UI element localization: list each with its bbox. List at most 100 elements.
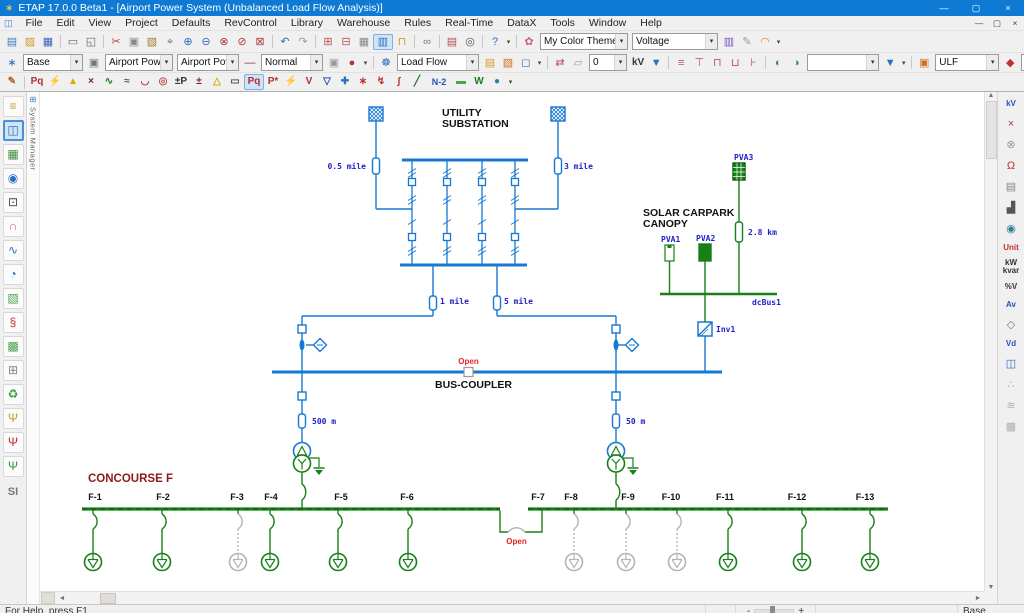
combo-caret[interactable]: ▾: [705, 34, 717, 49]
snap-grid-icon[interactable]: ⊟: [337, 34, 355, 50]
feeder-F-4[interactable]: F-4: [262, 492, 279, 571]
zoom-window-icon[interactable]: ⊗: [215, 34, 233, 50]
scroll-down-arrow[interactable]: ▼: [988, 584, 995, 591]
fit-page-icon[interactable]: ⊠: [251, 34, 269, 50]
optimal-capacitor-icon[interactable]: P*: [264, 74, 282, 90]
dc-arc-flash-icon[interactable]: △: [208, 74, 226, 90]
combo-caret[interactable]: ▾: [310, 55, 322, 70]
find-icon[interactable]: ◎: [461, 34, 479, 50]
sld-align2-icon[interactable]: ⊤: [690, 55, 708, 71]
energy-storage-icon[interactable]: ▬: [452, 74, 470, 90]
combo-caret[interactable]: ▾: [160, 55, 172, 70]
pan-icon[interactable]: ⌖: [161, 34, 179, 50]
switch-device-icon[interactable]: ╱: [408, 74, 426, 90]
sc-event-sequencer-icon[interactable]: ±: [190, 74, 208, 90]
underground-raceway-icon[interactable]: ▦: [3, 144, 24, 165]
zoom-previous-icon[interactable]: ⊘: [233, 34, 251, 50]
dashboard-icon[interactable]: ◔: [3, 264, 24, 285]
substation-branches[interactable]: [408, 160, 519, 265]
data-revision-combo[interactable]: Base▾: [23, 54, 83, 71]
instrumentation-icon[interactable]: §: [3, 312, 24, 333]
feeder-F-5[interactable]: F-5: [330, 492, 348, 571]
oneline-diagram-icon[interactable]: ◫: [3, 120, 24, 141]
battery-disabled-icon[interactable]: ≋: [1001, 397, 1022, 414]
dumpster-icon[interactable]: ♻: [3, 384, 24, 405]
redo-icon[interactable]: ↷: [294, 34, 312, 50]
open-icon[interactable]: ▨: [21, 34, 39, 50]
horizontal-scroll-thumb[interactable]: [100, 593, 116, 604]
dropdown-caret[interactable]: ▾: [899, 59, 908, 67]
combo-caret[interactable]: ▾: [226, 55, 238, 70]
motor-acceleration-icon[interactable]: ×: [82, 74, 100, 90]
apply-kv-icon[interactable]: ▼: [647, 55, 665, 71]
feeder-F-6[interactable]: F-6: [400, 492, 417, 571]
load-flow-icon[interactable]: Pq: [28, 74, 46, 90]
star-systems-icon[interactable]: ∗: [354, 74, 372, 90]
percent-v-toggle[interactable]: %V: [1001, 280, 1022, 294]
combo-caret[interactable]: ▾: [986, 55, 998, 70]
base-data-icon[interactable]: ∗: [3, 55, 21, 71]
theme-colors-icon[interactable]: ✿: [520, 34, 538, 50]
help-icon[interactable]: ?: [486, 34, 504, 50]
kw-kvar-toggle[interactable]: kW kvar: [1001, 259, 1022, 276]
menu-file[interactable]: File: [19, 17, 50, 29]
vertical-scroll-thumb[interactable]: [986, 101, 997, 159]
feeder-F-1[interactable]: F-1: [85, 492, 102, 571]
edit-study-case-icon[interactable]: ▤: [481, 55, 499, 71]
study-view-combo[interactable]: ULF▾: [935, 54, 999, 71]
minimize-button[interactable]: —: [928, 0, 960, 16]
study-case-icon[interactable]: ◆: [1001, 55, 1019, 71]
meter-display-icon[interactable]: ◉: [1001, 220, 1022, 237]
systems-view-icon[interactable]: ≡: [3, 96, 24, 117]
revision-icon[interactable]: ▣: [85, 55, 103, 71]
gis-map-icon[interactable]: ▧: [3, 288, 24, 309]
print-preview-icon[interactable]: ◱: [82, 34, 100, 50]
control-system-icon[interactable]: ⊡: [3, 192, 24, 213]
ruler-grid-icon[interactable]: ▦: [355, 34, 373, 50]
image-disabled-icon[interactable]: ▩: [1001, 418, 1022, 435]
zoom-slider-thumb[interactable]: [770, 606, 775, 613]
protection-curve-icon[interactable]: ∫: [390, 74, 408, 90]
dropdown-caret[interactable]: ▾: [774, 38, 783, 46]
edit-mode-icon[interactable]: ✎: [3, 74, 21, 90]
arc-flash-icon[interactable]: ▲: [64, 74, 82, 90]
close-button[interactable]: ×: [992, 0, 1024, 16]
copy-icon[interactable]: ▣: [125, 34, 143, 50]
menu-real-time[interactable]: Real-Time: [438, 17, 500, 29]
toolbox-icon[interactable]: ▣: [915, 55, 933, 71]
battery-discharge-icon[interactable]: ▭: [226, 74, 244, 90]
menu-help[interactable]: Help: [633, 17, 669, 29]
zoom-slider[interactable]: [754, 609, 794, 613]
combo-caret[interactable]: ▾: [614, 55, 626, 70]
sld-pin-icon[interactable]: ⊦: [744, 55, 762, 71]
feeder-F-2[interactable]: F-2: [154, 492, 171, 571]
green-network[interactable]: [82, 163, 888, 532]
scroll-left-arrow[interactable]: ◄: [56, 595, 68, 602]
study-case-combo[interactable]: Load Flow▾: [397, 54, 479, 71]
menu-window[interactable]: Window: [582, 17, 633, 29]
report-manager-icon[interactable]: ▨: [499, 55, 517, 71]
sld-hanger2-icon[interactable]: ⊔: [726, 55, 744, 71]
new-icon[interactable]: ▤: [3, 34, 21, 50]
alert-inactive-icon[interactable]: ⊗: [1001, 136, 1022, 153]
optimal-power-flow-icon[interactable]: ±P: [172, 74, 190, 90]
loading-category-combo[interactable]: Normal▾: [261, 54, 323, 71]
unit-toggle[interactable]: Unit: [1001, 241, 1022, 255]
annotation-combo[interactable]: ▾: [807, 54, 879, 71]
vertical-scrollbar[interactable]: ▲ ▼: [984, 92, 997, 591]
save-icon[interactable]: ▦: [39, 34, 57, 50]
menu-project[interactable]: Project: [118, 17, 165, 29]
grid-display-icon[interactable]: ⊞: [319, 34, 337, 50]
paste-icon[interactable]: ▧: [143, 34, 161, 50]
dropdown-caret[interactable]: ▾: [535, 59, 544, 67]
open-devices[interactable]: [464, 368, 525, 533]
result-analyzer-icon[interactable]: ◻: [517, 55, 535, 71]
mdi-restore-button[interactable]: ▢: [988, 18, 1006, 29]
menu-warehouse[interactable]: Warehouse: [330, 17, 397, 29]
unlock-icon[interactable]: ⊓: [393, 34, 411, 50]
optimal-switching-icon[interactable]: ✚: [336, 74, 354, 90]
menu-revcontrol[interactable]: RevControl: [217, 17, 284, 29]
gear-disabled-icon[interactable]: ∴: [1001, 376, 1022, 393]
dc-load-flow-icon[interactable]: ⚡: [282, 74, 300, 90]
feeders[interactable]: F-1F-2F-3F-4F-5F-6F-7F-8F-9F-10F-11F-12F…: [85, 492, 879, 571]
